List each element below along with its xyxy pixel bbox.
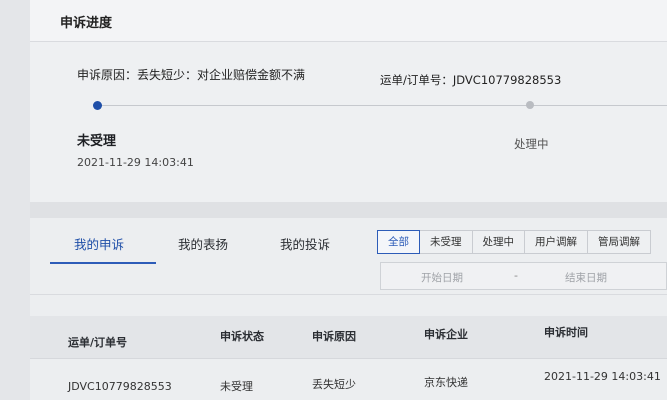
table-header-row: 运单/订单号 申诉状态 申诉原因 申诉企业 申诉时间 [30, 316, 667, 358]
progress-step-label-pending: 处理中 [514, 137, 549, 151]
progress-card: 申诉原因：丢失短少：对企业赔偿金额不满 运单/订单号：JDVC107798285… [30, 42, 667, 202]
filter-all[interactable]: 全部 [377, 230, 420, 254]
cell-status: 未受理 [220, 380, 253, 393]
tab-my-praise[interactable]: 我的表扬 [178, 234, 228, 253]
progress-step-time: 2021-11-29 14:03:41 [77, 156, 194, 169]
tab-my-reports[interactable]: 我的投诉 [280, 234, 330, 253]
start-date-input[interactable]: 开始日期 [421, 270, 463, 285]
divider [30, 294, 667, 295]
filter-processing[interactable]: 处理中 [472, 230, 525, 254]
column-header-time: 申诉时间 [544, 326, 588, 339]
column-header-company: 申诉企业 [424, 328, 468, 341]
progress-step-dot-pending [526, 101, 534, 109]
cell-time: 2021-11-29 14:03:41 [544, 370, 661, 383]
end-date-input[interactable]: 结束日期 [565, 270, 607, 285]
status-filter-group: 全部 未受理 处理中 用户调解 管局调解 [377, 230, 651, 254]
progress-step-label: 未受理 [77, 134, 117, 149]
complaint-reason: 申诉原因：丢失短少：对企业赔偿金额不满 [77, 68, 306, 82]
progress-step-dot-active [93, 101, 102, 110]
table-row-divider [30, 358, 667, 359]
progress-track [97, 105, 667, 106]
date-range-picker[interactable]: 开始日期 - 结束日期 [380, 262, 667, 290]
page-header: 申诉进度 [30, 0, 667, 42]
page-title: 申诉进度 [60, 16, 113, 31]
cell-order-number: JDVC10779828553 [68, 380, 172, 393]
column-header-status: 申诉状态 [220, 330, 264, 343]
cell-reason: 丢失短少 [312, 378, 356, 391]
filter-bureau-mediation[interactable]: 管局调解 [588, 230, 651, 254]
column-header-order: 运单/订单号 [68, 336, 128, 349]
column-header-reason: 申诉原因 [312, 330, 356, 343]
date-separator: - [514, 269, 518, 282]
filter-user-mediation[interactable]: 用户调解 [525, 230, 588, 254]
filter-unaccepted[interactable]: 未受理 [420, 230, 473, 254]
complaint-list-card: 我的申诉 我的表扬 我的投诉 全部 未受理 处理中 用户调解 管局调解 开始日期… [30, 218, 667, 400]
tab-my-complaints[interactable]: 我的申诉 [74, 234, 124, 253]
section-gap [30, 202, 667, 218]
cell-company: 京东快递 [424, 376, 468, 389]
complaint-order-number: 运单/订单号：JDVC10779828553 [380, 73, 562, 87]
active-tab-indicator [50, 262, 156, 264]
